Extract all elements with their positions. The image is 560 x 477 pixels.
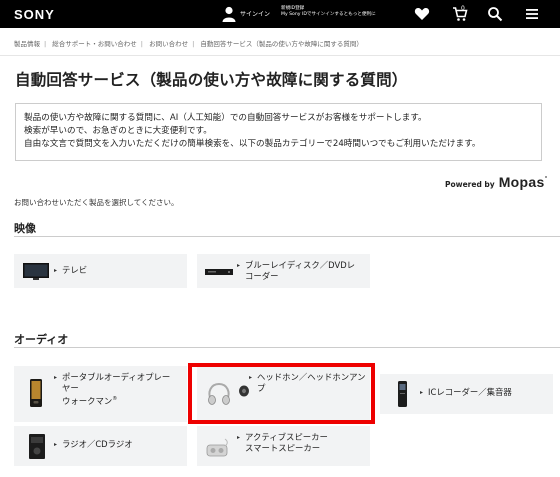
category-label-line: スマートスピーカー — [245, 443, 321, 453]
breadcrumb-item-products[interactable]: 製品情報 — [14, 40, 40, 48]
register-promo-line2: My Sony IDでサインインするともっと便利に — [281, 12, 376, 17]
description-line-1: 製品の使い方や故障に関する質問に、AI（人工知能）での自動回答サービスがお客様を… — [24, 113, 427, 123]
breadcrumb-item-support[interactable]: 総合サポート・お問い合わせ — [52, 40, 137, 48]
ic-recorder-icon — [398, 381, 407, 407]
mopas-logo: Mopas — [498, 174, 545, 190]
category-card-ic-recorder[interactable]: ICレコーダー／集音器 — [380, 374, 553, 414]
category-label: ブルーレイディスク／DVDレ コーダー — [237, 260, 356, 282]
heart-icon[interactable] — [414, 6, 430, 22]
signin-link[interactable]: サインイン — [240, 9, 270, 18]
category-card-speaker[interactable]: アクティブスピーカー スマートスピーカー — [197, 426, 370, 466]
radio-icon — [29, 434, 45, 459]
section-title-audio: オーディオ — [14, 333, 69, 346]
mopas-logo-mark: ° — [544, 175, 548, 183]
section-divider — [14, 236, 560, 237]
breadcrumb-item-current: 自動回答サービス（製品の使い方や故障に関する質問） — [200, 40, 363, 48]
breadcrumb: 製品情報 | 総合サポート・お問い合わせ | お問い合わせ | 自動回答サービス（製品… — [14, 38, 367, 48]
description-line-3: 自由な文言で質問文を入力いただくだけの簡単検索を、以下の製品カテゴリーで24時間… — [24, 139, 481, 149]
category-label: ポータブルオーディオプレー ヤー ウォークマン® — [54, 372, 171, 407]
category-label-line: ブルーレイディスク／DVDレ — [245, 260, 356, 270]
service-description-box: 製品の使い方や故障に関する質問に、AI（人工知能）での自動回答サービスがお客様を… — [15, 103, 542, 161]
category-card-tv[interactable]: テレビ — [14, 254, 187, 288]
category-card-bluray-recorder[interactable]: ブルーレイディスク／DVDレ コーダー — [197, 254, 370, 288]
registered-mark: ® — [112, 396, 118, 402]
breadcrumb-separator: | — [140, 40, 143, 48]
breadcrumb-divider — [0, 55, 560, 56]
highlight-annotation-box — [188, 363, 375, 424]
breadcrumb-separator: | — [192, 40, 195, 48]
category-label-line: ウォークマン® — [62, 394, 170, 407]
search-icon[interactable] — [487, 6, 503, 22]
category-label: ICレコーダー／集音器 — [420, 387, 512, 398]
powered-by-label: Powered by — [445, 180, 495, 189]
category-card-walkman[interactable]: ポータブルオーディオプレー ヤー ウォークマン® — [14, 366, 187, 422]
category-label-line: ポータブルオーディオプレー — [62, 372, 171, 382]
page-title: 自動回答サービス（製品の使い方や故障に関する質問） — [15, 71, 408, 89]
section-title-video: 映像 — [14, 222, 36, 235]
sony-logo[interactable]: SONY — [14, 7, 55, 22]
category-label: ラジオ／CDラジオ — [54, 439, 133, 450]
description-line-2: 検索が早いので、お急ぎのときに大変便利です。 — [24, 126, 212, 136]
breadcrumb-item-contact[interactable]: お問い合わせ — [149, 40, 188, 48]
section-divider — [14, 347, 560, 348]
bluray-recorder-icon — [205, 269, 233, 275]
select-product-prompt: お問い合わせいただく製品を選択してください。 — [14, 198, 179, 207]
top-navigation-bar: SONY サインイン 新規ID登録 My Sony IDでサインインするともっと… — [0, 0, 560, 28]
powered-by-mopas: Powered by Mopas° — [445, 172, 548, 191]
menu-icon[interactable] — [524, 6, 540, 22]
category-label: アクティブスピーカー スマートスピーカー — [237, 432, 328, 454]
cart-count: 0 — [461, 5, 465, 12]
category-label-line: アクティブスピーカー — [245, 432, 328, 442]
category-label-line: ヤー — [62, 383, 79, 393]
register-promo[interactable]: 新規ID登録 My Sony IDでサインインするともっと便利に — [281, 6, 376, 18]
category-card-radio[interactable]: ラジオ／CDラジオ — [14, 426, 187, 466]
walkman-icon — [30, 379, 42, 407]
category-label-line: コーダー — [245, 271, 279, 281]
breadcrumb-separator: | — [44, 40, 47, 48]
cart-icon[interactable] — [452, 6, 468, 22]
walkman-label: ウォークマン — [62, 395, 113, 406]
category-label: テレビ — [54, 265, 87, 276]
user-icon[interactable] — [222, 6, 236, 22]
tv-icon — [23, 263, 49, 280]
speaker-icon — [206, 438, 228, 457]
